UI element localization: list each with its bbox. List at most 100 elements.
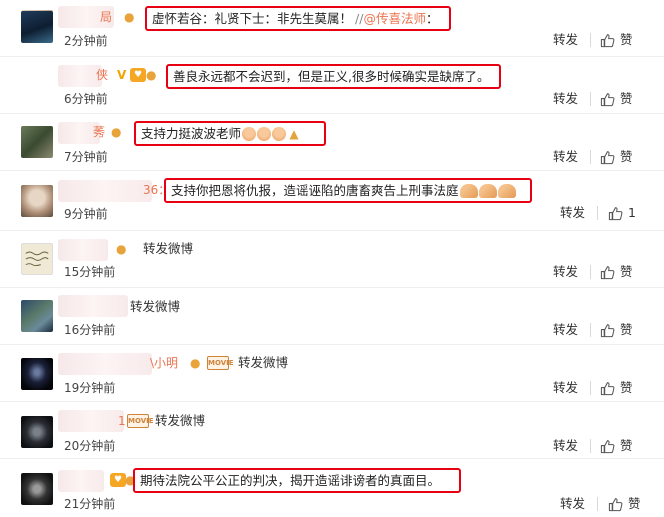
divider xyxy=(597,206,598,220)
repost-button[interactable]: 转发 xyxy=(553,91,578,107)
username-blurred[interactable] xyxy=(58,239,108,261)
emoji-face xyxy=(272,126,287,141)
divider xyxy=(590,323,591,337)
avatar[interactable] xyxy=(21,416,53,448)
emoji-strong-arm xyxy=(478,183,497,198)
comment-text-highlighted: 支持你把恩将仇报，造谣诬陷的唐畜爽告上刑事法庭 xyxy=(164,178,532,203)
comment-text-highlighted: 善良永远都不会迟到，但是正义,很多时候确实是缺席了。 xyxy=(166,64,501,89)
repost-button[interactable]: 转发 xyxy=(553,32,578,48)
divider xyxy=(590,439,591,453)
avatar[interactable] xyxy=(21,358,53,390)
emoji-face xyxy=(257,126,272,141)
divider xyxy=(590,33,591,47)
username-tail[interactable]: 侠 xyxy=(96,67,108,83)
verified-v-icon: V xyxy=(117,68,127,82)
repost-button[interactable]: 转发 xyxy=(560,496,585,512)
like-button[interactable]: 赞 xyxy=(600,149,633,165)
comment-text: 转发微博 xyxy=(238,355,289,370)
comment-text-highlighted: 支持力挺波波老师 ▲ xyxy=(134,121,326,146)
avatar[interactable] xyxy=(21,185,53,217)
like-button[interactable]: 赞 xyxy=(600,322,633,338)
thumbs-up-icon xyxy=(608,206,623,220)
thumbs-up-icon xyxy=(600,33,615,47)
comment-text: 转发微博 xyxy=(155,413,206,428)
username-blurred[interactable] xyxy=(58,295,128,317)
lightbulb-icon: ● xyxy=(190,356,201,370)
lightbulb-icon: ● xyxy=(111,125,122,139)
divider xyxy=(590,150,591,164)
movie-badge-icon: MOVIE xyxy=(207,356,234,370)
handwriting-image xyxy=(25,251,49,267)
repost-button[interactable]: 转发 xyxy=(553,149,578,165)
divider xyxy=(590,381,591,395)
emoji-strong-arm xyxy=(497,183,516,198)
comment-time: 9分钟前 xyxy=(64,207,108,221)
avatar[interactable] xyxy=(21,243,53,275)
comment-time: 6分钟前 xyxy=(64,92,108,106)
username-tail[interactable]: 莠 xyxy=(93,124,105,140)
avatar[interactable] xyxy=(21,300,53,332)
repost-button[interactable]: 转发 xyxy=(560,205,585,221)
comment-item: 转发微博 16分钟前 转发 赞 xyxy=(0,288,664,345)
mention-link[interactable]: @传喜法师 xyxy=(363,8,426,30)
username-blurred[interactable] xyxy=(58,353,152,375)
avatar[interactable] xyxy=(21,11,53,43)
comment-text: 转发微博 xyxy=(143,241,194,256)
repost-button[interactable]: 转发 xyxy=(553,438,578,454)
comment-item: 局 ● 虚怀若谷：礼贤下士：非先生莫属！// @传喜法师： 2分钟前 转发 赞 xyxy=(0,0,664,57)
comment-item: 1 MOVIE 转发微博 20分钟前 转发 赞 xyxy=(0,402,664,459)
like-button[interactable]: 赞 xyxy=(608,496,641,512)
comment-time: 20分钟前 xyxy=(64,439,116,453)
lightbulb-icon: ● xyxy=(146,68,157,82)
divider xyxy=(590,265,591,279)
like-button[interactable]: 赞 xyxy=(600,91,633,107)
lightbulb-icon: ● xyxy=(124,10,135,24)
comment-item: \小明 ● MOVIE 转发微博 19分钟前 转发 赞 xyxy=(0,345,664,402)
pray-emoji: ▲ xyxy=(289,126,299,141)
thumbs-up-icon xyxy=(600,265,615,279)
comment-time: 2分钟前 xyxy=(64,34,108,48)
like-button[interactable]: 1 xyxy=(608,205,636,221)
comment-text-highlighted: 期待法院公平公正的判决，揭开造谣诽谤者的真面目。 xyxy=(133,468,461,493)
repost-button[interactable]: 转发 xyxy=(553,322,578,338)
comment-time: 7分钟前 xyxy=(64,150,108,164)
username-tail[interactable]: \小明 xyxy=(150,355,178,371)
heart-badge-icon: ♥ xyxy=(110,473,126,487)
thumbs-up-icon xyxy=(600,150,615,164)
thumbs-up-icon xyxy=(600,381,615,395)
comment-item: 莠 ● 支持力挺波波老师 ▲ 7分钟前 转发 赞 xyxy=(0,114,664,171)
comment-time: 19分钟前 xyxy=(64,381,116,395)
thumbs-up-icon xyxy=(608,497,623,511)
comment-item: 侠 V ♥ ● 善良永远都不会迟到，但是正义,很多时候确实是缺席了。 6分钟前 … xyxy=(0,11,664,114)
like-button[interactable]: 赞 xyxy=(600,264,633,280)
emoji-strong-arm xyxy=(459,183,478,198)
lightbulb-icon: ● xyxy=(116,242,127,256)
comment-time: 16分钟前 xyxy=(64,323,116,337)
comment-text: 转发微博 xyxy=(130,299,181,314)
avatar[interactable] xyxy=(21,473,53,505)
comment-time: 15分钟前 xyxy=(64,265,116,279)
avatar[interactable] xyxy=(21,126,53,158)
comment-item: ♥ ● 期待法院公平公正的判决，揭开造谣诽谤者的真面目。 21分钟前 转发 赞 xyxy=(0,459,664,517)
repost-button[interactable]: 转发 xyxy=(553,380,578,396)
username-blurred[interactable] xyxy=(58,470,104,492)
like-button[interactable]: 赞 xyxy=(600,438,633,454)
comment-item: ● 转发微博 15分钟前 转发 赞 xyxy=(0,231,664,288)
username-blurred[interactable] xyxy=(58,410,124,432)
like-button[interactable]: 赞 xyxy=(600,32,633,48)
comment-text-highlighted: 虚怀若谷：礼贤下士：非先生莫属！// @传喜法师： xyxy=(145,6,451,31)
comment-item: 36： 支持你把恩将仇报，造谣诬陷的唐畜爽告上刑事法庭 9分钟前 转发 1 xyxy=(0,171,664,231)
comment-time: 21分钟前 xyxy=(64,497,116,511)
repost-button[interactable]: 转发 xyxy=(553,264,578,280)
thumbs-up-icon xyxy=(600,439,615,453)
divider xyxy=(590,92,591,106)
thumbs-up-icon xyxy=(600,92,615,106)
username-tail[interactable]: 1 xyxy=(118,413,126,429)
username-tail[interactable]: 局 xyxy=(100,9,112,25)
like-button[interactable]: 赞 xyxy=(600,380,633,396)
movie-badge-icon: MOVIE xyxy=(127,414,154,428)
comment-list: 局 ● 虚怀若谷：礼贤下士：非先生莫属！// @传喜法师： 2分钟前 转发 赞 … xyxy=(0,0,664,517)
thumbs-up-icon xyxy=(600,323,615,337)
username-blurred[interactable] xyxy=(58,180,152,202)
heart-badge-icon: ♥ xyxy=(130,68,146,82)
